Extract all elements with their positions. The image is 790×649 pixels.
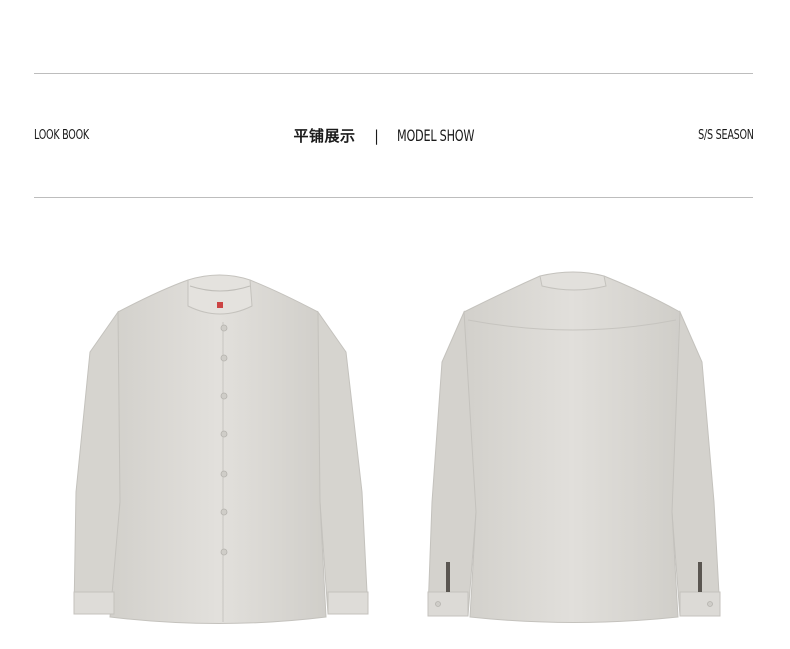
section-title: 平铺展示 | MODEL SHOW	[0, 124, 790, 148]
section-title-en: MODEL SHOW	[397, 126, 475, 145]
season-label: S/S SEASON	[698, 128, 754, 143]
shirt-back-image	[427, 271, 721, 623]
title-separator: |	[374, 127, 379, 145]
section-title-cn: 平铺展示	[293, 127, 356, 145]
shirt-front-image	[73, 274, 369, 624]
top-divider	[34, 73, 753, 74]
bottom-divider	[34, 197, 753, 198]
